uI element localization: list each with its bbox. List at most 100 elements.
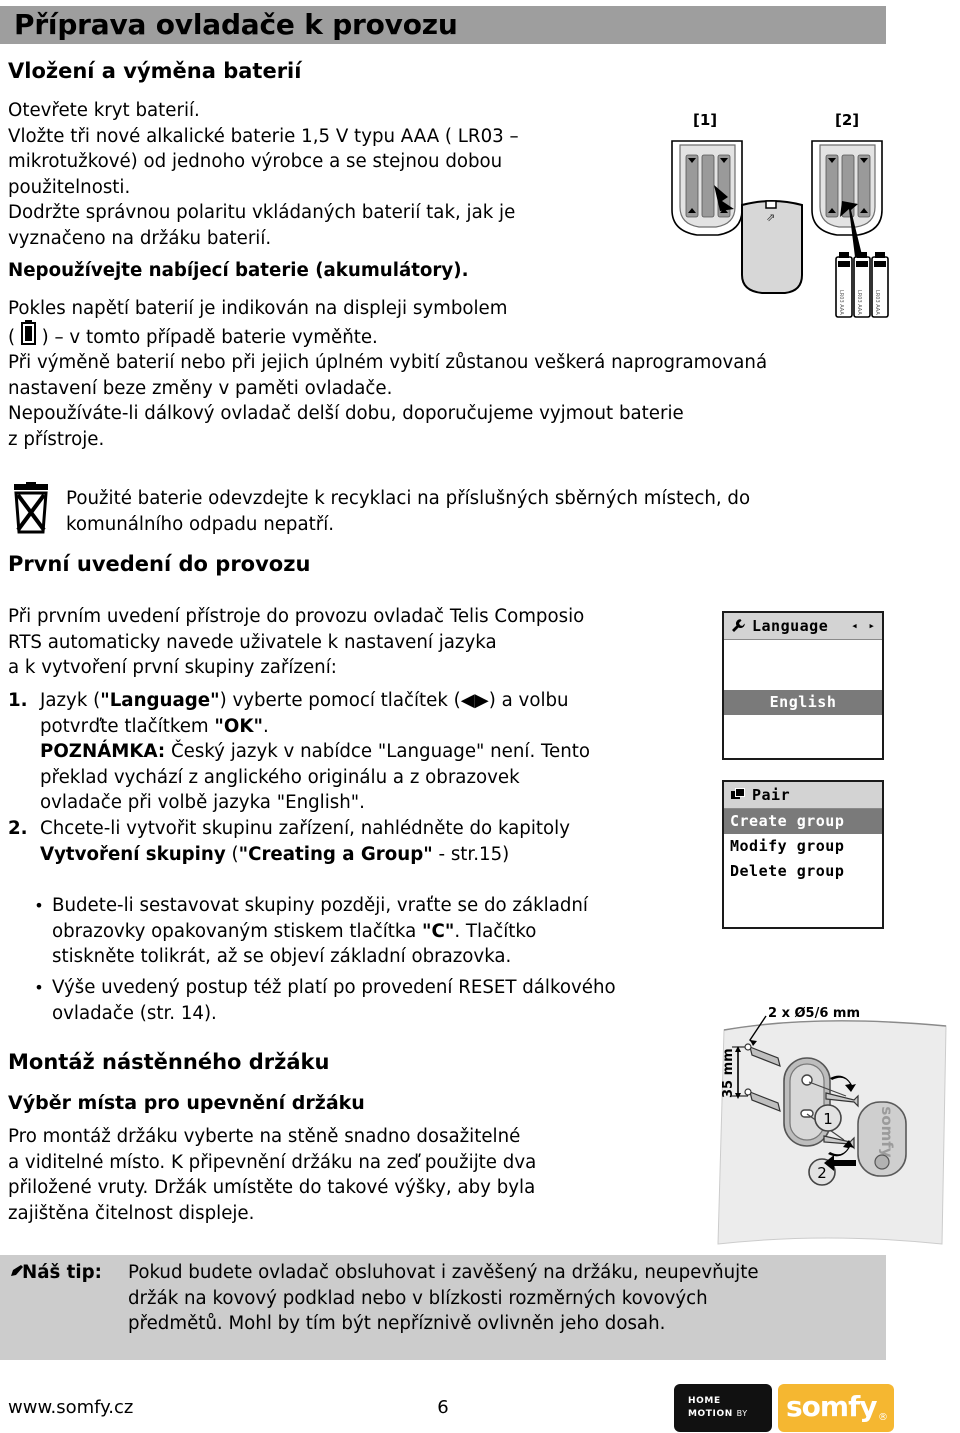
- battery-memory-note: Při výměně baterií nebo při jejich úplné…: [8, 350, 948, 452]
- recycle-line-2: komunálního odpadu nepatří.: [66, 513, 335, 535]
- step-1-line-5: ovladače při volbě jazyka "English".: [40, 792, 365, 814]
- mount-line-3: přiložené vruty. Držák umístěte do takov…: [8, 1177, 536, 1199]
- mount-paragraph: Pro montáž držáku vyberte na stěně snadn…: [8, 1124, 708, 1226]
- svg-text:LR03 AAA: LR03 AAA: [856, 290, 862, 315]
- step-2-l2b: (: [225, 843, 239, 865]
- lcd-language-arrows: ◂ ▸: [851, 619, 877, 632]
- battery-paragraph: Otevřete kryt baterií. Vložte tři nové a…: [8, 98, 648, 252]
- step-1-l1a: Jazyk (: [40, 690, 101, 711]
- first-use-line-3: a k vytvoření první skupiny zařízení:: [8, 657, 337, 679]
- step-2-line-1: Chcete-li vytvořit skupinu zařízení, nah…: [40, 818, 570, 839]
- tip-label: Náš tip:: [22, 1262, 102, 1283]
- bullet-dot-icon: •: [34, 978, 44, 997]
- height-label: 35 mm: [721, 1048, 736, 1098]
- wall-mount-step-1: 1: [823, 1110, 833, 1128]
- first-use-line-2: RTS automaticky navede uživatele k nasta…: [8, 631, 497, 653]
- step-2-l2d: - str.15): [432, 843, 510, 865]
- battery-line-1: Otevřete kryt baterií.: [8, 100, 200, 121]
- lcd-pair-row-3: [724, 884, 882, 909]
- step-1-l3b: Český jazyk v nabídce "Language" není. T…: [165, 741, 591, 763]
- mount-line-1: Pro montáž držáku vyberte na stěně snadn…: [8, 1126, 521, 1147]
- step-item-1: 1. Jazyk ("Language") vyberte pomocí tla…: [8, 688, 708, 816]
- tip-line-1: Pokud budete ovladač obsluhovat i zavěše…: [128, 1262, 759, 1283]
- lcd-pair-title: Pair: [752, 786, 791, 804]
- step-1-number: 1.: [8, 690, 28, 711]
- step-item-2: 2. Chcete-li vytvořit skupinu zařízení, …: [8, 816, 708, 867]
- step-1-l1c: ) vyberte pomocí tlačítek (◀▶) a volbu: [219, 690, 569, 711]
- svg-text:[2]: [2]: [835, 111, 859, 129]
- step-1-body: Jazyk ("Language") vyberte pomocí tlačít…: [40, 688, 708, 816]
- bullet-dot-icon: •: [34, 896, 44, 915]
- lcd-language-row-4: [724, 740, 882, 765]
- battery-line-5: Dodržte správnou polaritu vkládaných bat…: [8, 202, 516, 224]
- bullet-2-line-2: ovladače (str. 14).: [52, 1002, 217, 1024]
- lcd-language-row-0: [724, 640, 882, 665]
- step-2-chapter-kw: Vytvoření skupiny: [40, 843, 226, 865]
- lcd-pair-titlebar: Pair: [724, 782, 882, 809]
- lcd-language-row-1: [724, 665, 882, 690]
- step-1-line-2: potvrďte tlačítkem "OK".: [40, 714, 708, 740]
- svg-text:LR03 AAA: LR03 AAA: [874, 290, 880, 315]
- battery-warning-bold: Nepoužívejte nabíjecí baterie (akumuláto…: [8, 260, 469, 281]
- svg-text:⇗: ⇗: [766, 211, 775, 224]
- wall-mount-illustration: 2 x Ø5/6 mm 35 mm 1 2 somfy: [706, 1000, 960, 1250]
- battery-line-12: z přístroje.: [8, 428, 105, 450]
- first-use-line-1: Při prvním uvedení přístroje do provozu …: [8, 606, 585, 627]
- lcd-pair-row-modify-group[interactable]: Modify group: [724, 834, 882, 859]
- step-1-note-label: POZNÁMKA:: [40, 741, 166, 763]
- svg-text:[1]: [1]: [693, 111, 717, 129]
- tip-box: Náš tip: Pokud budete ovladač obsluhovat…: [0, 1255, 886, 1360]
- tip-text: Pokud budete ovladač obsluhovat i zavěše…: [128, 1260, 868, 1337]
- heading-first-use: První uvedení do provozu: [8, 552, 311, 576]
- somfy-wordmark: somfy ®: [778, 1384, 894, 1432]
- step-2-line-2: Vytvoření skupiny ("Creating a Group" - …: [40, 842, 708, 868]
- bullet-1-line-2: obrazovky opakovaným stiskem tlačítka "C…: [52, 919, 728, 945]
- bullet-1-c-key: "C": [422, 920, 455, 942]
- lcd-screen-pair: Pair Create group Modify group Delete gr…: [722, 780, 884, 929]
- recycle-line-1: Použité baterie odevzdejte k recyklaci n…: [66, 488, 751, 509]
- bullet-2-body: Výše uvedený postup též platí po provede…: [52, 975, 728, 1026]
- step-2-number: 2.: [8, 818, 28, 839]
- remote-brand: somfy: [878, 1106, 896, 1157]
- battery-line-2: Vložte tři nové alkalické baterie 1,5 V …: [8, 125, 519, 147]
- lcd-language-row-english[interactable]: English: [724, 690, 882, 715]
- bullet-1-l2c: . Tlačítko: [454, 920, 537, 942]
- bullet-1-line-1: Budete-li sestavovat skupiny později, vr…: [52, 895, 588, 916]
- lcd-language-row-3: [724, 715, 882, 740]
- lcd-language-title: Language: [752, 617, 829, 635]
- heading-batteries: Vložení a výměna baterií: [8, 59, 302, 83]
- battery-line-8-post: ) – v tomto případě baterie vyměňte.: [35, 327, 378, 348]
- step-2-creating-kw: "Creating a Group": [238, 843, 433, 865]
- mount-line-2: a viditelné místo. K připevnění držáku n…: [8, 1151, 537, 1173]
- battery-line-8-pre: (: [8, 327, 21, 348]
- svg-text:LR03 AAA: LR03 AAA: [838, 290, 844, 315]
- tip-line-2: držák na kovový podklad nebo v blízkosti…: [128, 1287, 708, 1309]
- subheading-mount-location: Výběr místa pro upevnění držáku: [8, 1092, 365, 1114]
- battery-line-9: Při výměně baterií nebo při jejich úplné…: [8, 352, 768, 373]
- home-motion-line-1: HOME: [688, 1396, 721, 1406]
- battery-line-7: Pokles napětí baterií je indikován na di…: [8, 298, 508, 319]
- lcd-pair-row-delete-group[interactable]: Delete group: [724, 859, 882, 884]
- recycle-bin-icon: [8, 482, 54, 534]
- heading-mount: Montáž nástěnného držáku: [8, 1050, 330, 1074]
- bullet-1-l2a: obrazovky opakovaným stiskem tlačítka: [52, 920, 423, 942]
- registered-mark: ®: [878, 1412, 888, 1423]
- battery-low-icon: [20, 320, 36, 345]
- home-motion-word: MOTION: [688, 1409, 733, 1419]
- battery-line-11: Nepoužíváte-li dálkový ovladač delší dob…: [8, 403, 684, 425]
- battery-low-voltage: Pokles napětí baterií je indikován na di…: [8, 296, 708, 322]
- copy-icon: [730, 787, 746, 803]
- lcd-language-titlebar: Language ◂ ▸: [724, 613, 882, 640]
- home-motion-badge: HOME MOTION BY: [674, 1384, 772, 1432]
- bullet-1-body: Budete-li sestavovat skupiny později, vr…: [52, 893, 728, 970]
- bullet-2-line-1: Výše uvedený postup též platí po provede…: [52, 977, 616, 998]
- list-item-bullet-1: • Budete-li sestavovat skupiny později, …: [28, 893, 728, 970]
- step-1-l2a: potvrďte tlačítkem: [40, 715, 215, 737]
- home-motion-line-2: MOTION BY: [688, 1408, 748, 1420]
- battery-symbol-line: ( ) – v tomto případě baterie vyměňte.: [8, 320, 378, 351]
- lcd-screen-language: Language ◂ ▸ English: [722, 611, 884, 760]
- step-1-language-kw: "Language": [100, 690, 220, 711]
- lcd-pair-row-create-group[interactable]: Create group: [724, 809, 882, 834]
- step-2-body: Chcete-li vytvořit skupinu zařízení, nah…: [40, 816, 708, 867]
- step-1-ok-kw: "OK": [214, 715, 263, 737]
